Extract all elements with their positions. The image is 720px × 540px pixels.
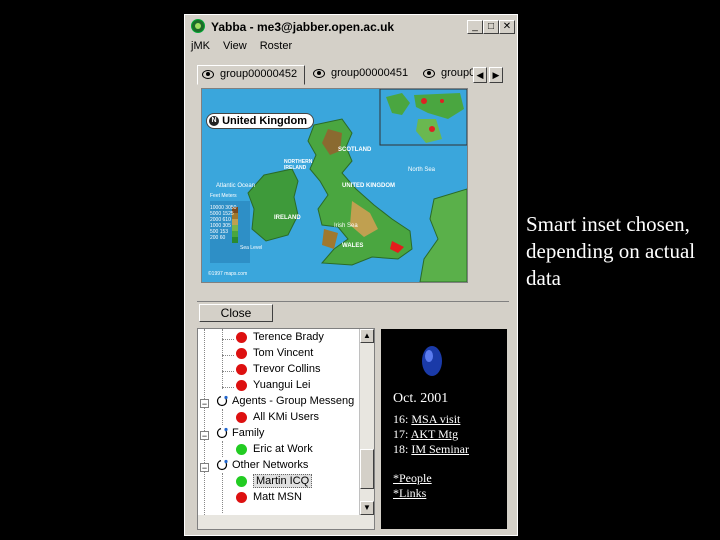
event-link[interactable]: AKT Mtg <box>411 427 458 441</box>
event-link[interactable]: MSA visit <box>411 412 460 426</box>
event-day: 18: <box>393 442 409 456</box>
group-item-family[interactable]: Family <box>216 427 264 443</box>
group-icon <box>216 395 228 407</box>
menu-bar: jMK View Roster <box>191 40 302 52</box>
group-tabs: group00000452 group00000451 group0 ◀ ▶ <box>197 65 507 87</box>
close-button[interactable]: Close <box>199 304 273 322</box>
collapse-toggle[interactable]: − <box>200 431 209 441</box>
group-item-agents[interactable]: Agents - Group Messeng <box>216 395 354 411</box>
group-name: Other Networks <box>232 459 309 471</box>
globe-icon <box>422 346 442 376</box>
contact-name: Yuangui Lei <box>253 379 311 391</box>
tab-label: group0 <box>441 67 476 79</box>
scroll-up-button[interactable]: ▲ <box>360 329 374 343</box>
collapse-toggle[interactable]: − <box>200 399 209 409</box>
menu-view[interactable]: View <box>223 40 247 52</box>
list-item[interactable]: All KMi Users <box>224 411 319 427</box>
people-link[interactable]: *People <box>393 471 432 486</box>
minimize-button[interactable]: _ <box>467 20 483 34</box>
contact-name: Trevor Collins <box>253 363 321 375</box>
roster-scrollbar[interactable]: ▲ ▼ <box>359 329 374 529</box>
contact-name: Matt MSN <box>253 491 302 503</box>
slide-caption: Smart inset chosen, depending on actual … <box>526 212 696 290</box>
map-copyright: ©1997 maps.com <box>208 271 248 277</box>
region-label-uk: UNITED KINGDOM <box>342 183 395 189</box>
event-item[interactable]: 16: MSA visit <box>393 412 460 427</box>
calendar-month: Oct. 2001 <box>393 391 449 406</box>
tab-group00000451[interactable]: group00000451 <box>309 67 417 85</box>
legend-title: Feet Meters <box>210 193 237 199</box>
north-compass-icon: N <box>209 116 219 127</box>
menu-jmk[interactable]: jMK <box>191 40 210 52</box>
status-offline-icon <box>236 379 247 391</box>
list-item[interactable]: Yuangui Lei <box>222 379 311 395</box>
region-label-ireland: IRELAND <box>274 215 301 221</box>
collapse-toggle[interactable]: − <box>200 463 209 473</box>
map-country-label: United Kingdom <box>222 115 307 127</box>
links-link[interactable]: *Links <box>393 486 426 501</box>
sea-level-label: Sea Level <box>240 245 263 251</box>
eye-icon <box>313 68 325 78</box>
list-item[interactable]: Eric at Work <box>224 443 313 459</box>
region-label-northern-ireland: NORTHERN IRELAND <box>284 159 313 171</box>
close-bar: Close <box>197 301 509 322</box>
roster-hscrollbar[interactable] <box>198 515 360 529</box>
region-label-wales: WALES <box>342 243 364 249</box>
calendar-pane: Oct. 2001 16: MSA visit 17: AKT Mtg 18: … <box>381 329 507 529</box>
event-item[interactable]: 17: AKT Mtg <box>393 427 458 442</box>
eye-icon <box>202 69 214 79</box>
sea-label-north-sea: North Sea <box>408 167 436 173</box>
contact-name: Tom Vincent <box>253 347 314 359</box>
window-title: Yabba - me3@jabber.open.ac.uk <box>211 20 395 34</box>
region-label-scotland: SCOTLAND <box>338 147 372 153</box>
title-bar[interactable]: Yabba - me3@jabber.open.ac.uk _ □ ✕ <box>187 17 515 37</box>
contact-name: All KMi Users <box>253 411 320 423</box>
list-item[interactable]: Martin ICQ <box>224 474 313 491</box>
tab-scroll-left-button[interactable]: ◀ <box>473 67 487 83</box>
yabba-logo-icon <box>191 19 205 33</box>
yabba-window: Yabba - me3@jabber.open.ac.uk _ □ ✕ jMK … <box>184 14 518 536</box>
eye-icon <box>423 68 435 78</box>
status-offline-icon <box>236 331 247 343</box>
event-day: 16: <box>393 412 409 426</box>
status-offline-icon <box>236 411 247 423</box>
group-icon <box>216 427 228 439</box>
scroll-down-button[interactable]: ▼ <box>360 501 374 515</box>
group-item-other-networks[interactable]: Other Networks <box>216 459 308 475</box>
maximize-button[interactable]: □ <box>483 20 499 34</box>
status-offline-icon <box>236 491 247 503</box>
scroll-thumb[interactable] <box>360 449 374 489</box>
event-day: 17: <box>393 427 409 441</box>
status-online-icon <box>236 443 247 455</box>
tab-scroll-right-button[interactable]: ▶ <box>489 67 503 83</box>
status-offline-icon <box>236 363 247 375</box>
map-title-badge: N United Kingdom <box>206 113 314 129</box>
contact-name: Terence Brady <box>253 331 324 343</box>
status-offline-icon <box>236 347 247 359</box>
group-icon <box>216 459 228 471</box>
list-item[interactable]: Trevor Collins <box>222 363 321 379</box>
list-item[interactable]: Matt MSN <box>224 491 302 507</box>
tab-label: group00000451 <box>331 67 409 79</box>
sea-label-atlantic: Atlantic Ocean <box>216 183 256 189</box>
menu-roster[interactable]: Roster <box>260 40 292 52</box>
list-item[interactable]: Tom Vincent <box>222 347 314 363</box>
sea-label-irish-sea: Irish Sea <box>334 223 358 229</box>
group-name: Family <box>232 427 265 439</box>
group-name: Agents - Group Messeng <box>232 395 355 407</box>
tab-group0[interactable]: group0 <box>419 67 479 85</box>
uk-map[interactable]: N United Kingdom Atlantic Ocean North Se… <box>201 88 468 283</box>
contact-name: Martin ICQ <box>253 474 313 488</box>
elevation-legend: 10000 3050 5000 1525 2000 610 1000 305 5… <box>210 205 237 241</box>
close-window-button[interactable]: ✕ <box>499 20 515 34</box>
tab-group00000452[interactable]: group00000452 <box>197 65 305 85</box>
contact-name: Eric at Work <box>253 443 313 455</box>
tab-label: group00000452 <box>220 68 298 80</box>
event-item[interactable]: 18: IM Seminar <box>393 442 469 457</box>
list-item[interactable]: Terence Brady <box>222 331 324 347</box>
status-online-icon <box>236 475 247 487</box>
roster-tree[interactable]: Terence Brady Tom Vincent Trevor Collins… <box>197 328 375 530</box>
event-link[interactable]: IM Seminar <box>411 442 469 456</box>
